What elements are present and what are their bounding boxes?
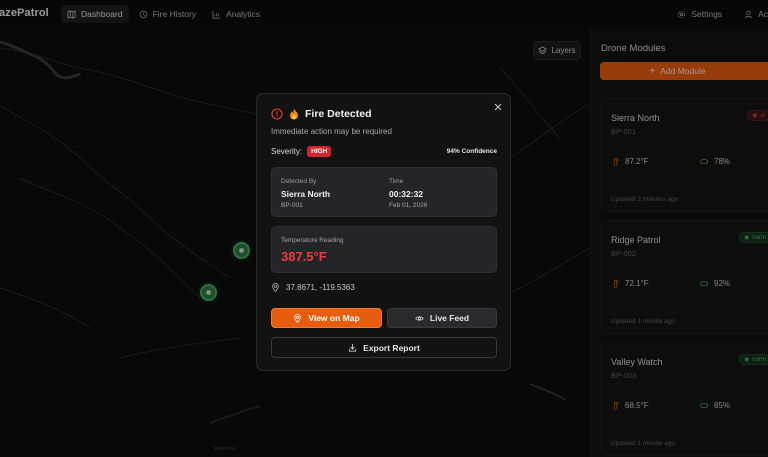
temp-label: Temperature Reading bbox=[281, 237, 344, 244]
alert-circle-icon bbox=[271, 108, 283, 120]
flame-icon bbox=[290, 109, 298, 120]
coordinates-value: 37.8671, -119.5363 bbox=[286, 283, 355, 292]
download-icon bbox=[349, 343, 357, 352]
export-report-button[interactable]: Export Report bbox=[271, 337, 497, 358]
modal-subtitle: Immediate action may be required bbox=[271, 127, 392, 136]
detection-info: Detected By Sierra North BP-001 Time 00:… bbox=[271, 167, 497, 217]
map-pin-icon bbox=[272, 283, 279, 292]
severity-row: Severity: HIGH 94% Confidence bbox=[271, 146, 497, 157]
map-pin-icon bbox=[294, 313, 302, 323]
temp-reading: 387.5°F bbox=[281, 249, 327, 264]
detected-by-id: BP-001 bbox=[281, 202, 303, 209]
fire-alert-modal: Fire Detected Immediate action may be re… bbox=[256, 93, 511, 371]
date-value: Feb 01, 2026 bbox=[389, 202, 428, 209]
view-on-map-label: View on Map bbox=[308, 313, 360, 323]
confidence-value: 94% Confidence bbox=[446, 148, 497, 155]
severity-badge: HIGH bbox=[307, 146, 332, 157]
temperature-box: Temperature Reading 387.5°F bbox=[271, 226, 497, 273]
time-value: 00:32:32 bbox=[389, 189, 424, 199]
close-icon[interactable] bbox=[493, 102, 503, 112]
detected-by-col: Detected By Sierra North BP-001 bbox=[281, 178, 330, 209]
coordinates: 37.8671, -119.5363 bbox=[271, 283, 355, 292]
view-on-map-button[interactable]: View on Map bbox=[271, 308, 382, 328]
modal-title: Fire Detected bbox=[305, 108, 372, 120]
severity-label: Severity: bbox=[271, 147, 303, 156]
eye-icon bbox=[415, 315, 424, 321]
live-feed-label: Live Feed bbox=[429, 313, 470, 323]
detected-by-value: Sierra North bbox=[281, 189, 331, 199]
modal-header: Fire Detected bbox=[271, 108, 372, 120]
export-report-label: Export Report bbox=[363, 342, 420, 353]
detected-by-label: Detected By bbox=[281, 178, 317, 185]
time-label: Time bbox=[389, 178, 404, 185]
live-feed-button[interactable]: Live Feed bbox=[387, 308, 497, 328]
time-col: Time 00:32:32 Feb 01, 2026 bbox=[389, 178, 427, 209]
